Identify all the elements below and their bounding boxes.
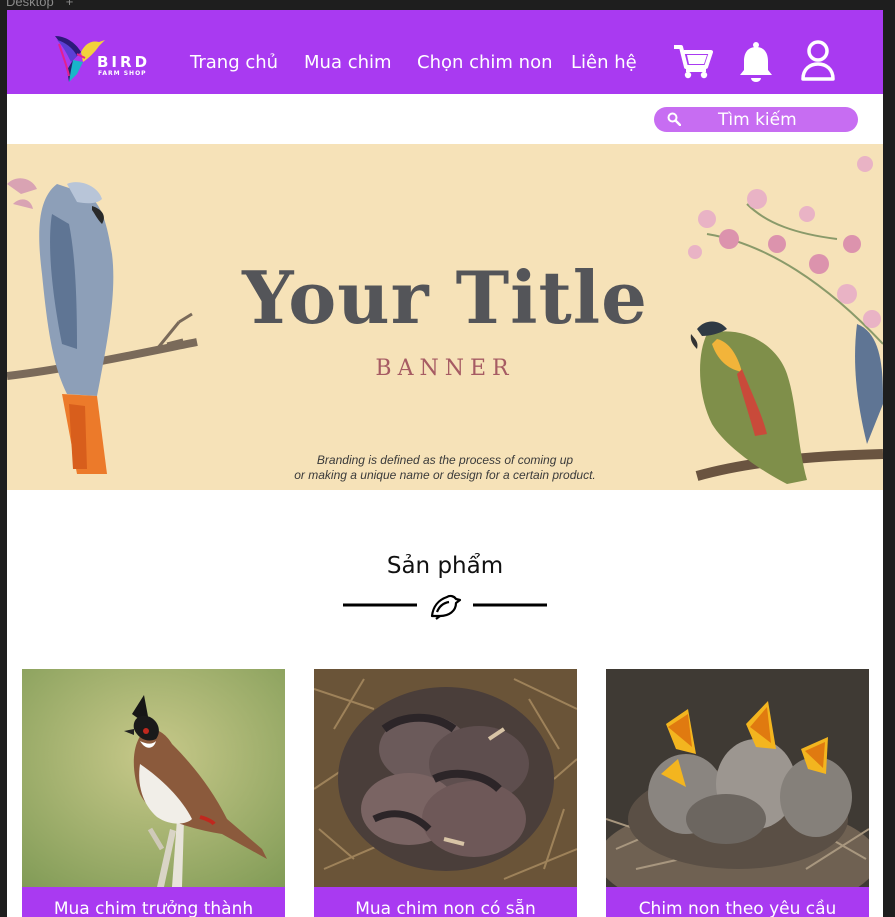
- bell-icon[interactable]: [737, 41, 775, 83]
- nav-link-buy-birds[interactable]: Mua chim: [304, 52, 392, 73]
- nav-link-home[interactable]: Trang chủ: [190, 52, 278, 73]
- hero-banner: Your Title BANNER Branding is defined as…: [7, 144, 883, 490]
- banner-description-line-1: Branding is defined as the process of co…: [316, 453, 574, 467]
- product-card-custom-chicks[interactable]: Chim non theo yêu cầu: [606, 669, 869, 917]
- nav-link-contact[interactable]: Liên hệ: [571, 52, 637, 73]
- banner-description: Branding is defined as the process of co…: [7, 453, 883, 483]
- brand-name: BIRD: [97, 53, 151, 71]
- cart-icon[interactable]: [673, 43, 713, 79]
- bird-icon: [430, 594, 462, 620]
- nav-link-choose-chicks[interactable]: Chọn chim non: [417, 52, 553, 73]
- brand-logo[interactable]: BIRD FARM SHOP: [51, 30, 161, 88]
- product-card-adult-birds[interactable]: Mua chim trưởng thành: [22, 669, 285, 917]
- search-input[interactable]: Tìm kiếm: [654, 107, 858, 132]
- desktop-frame: BIRD FARM SHOP Trang chủ Mua chim Chọn c…: [7, 10, 883, 917]
- product-card-label: Chim non theo yêu cầu: [606, 887, 869, 917]
- product-card-label: Mua chim non có sẵn: [314, 887, 577, 917]
- frame-label-text: Desktop: [6, 0, 54, 9]
- section-divider: [343, 594, 547, 620]
- frame-label: Desktop +: [6, 0, 73, 9]
- banner-description-line-2: or making a unique name or design for a …: [294, 468, 596, 482]
- top-nav-bar: BIRD FARM SHOP Trang chủ Mua chim Chọn c…: [7, 10, 883, 94]
- sleeping-chicks-nest-image: [314, 669, 577, 887]
- user-icon[interactable]: [800, 40, 836, 82]
- plus-icon: +: [65, 0, 74, 9]
- product-card-available-chicks[interactable]: Mua chim non có sẵn: [314, 669, 577, 917]
- search-placeholder: Tìm kiếm: [718, 110, 797, 130]
- banner-subtitle: BANNER: [375, 356, 515, 381]
- search-icon: [667, 112, 681, 126]
- brand-tagline: FARM SHOP: [98, 70, 147, 77]
- products-section-title: Sản phẩm: [386, 553, 504, 579]
- product-card-label: Mua chim trưởng thành: [22, 887, 285, 917]
- chicks-open-beaks-nest-image: [606, 669, 869, 887]
- adult-bulbul-bird-image: [22, 669, 285, 887]
- banner-title: Your Title: [242, 255, 648, 340]
